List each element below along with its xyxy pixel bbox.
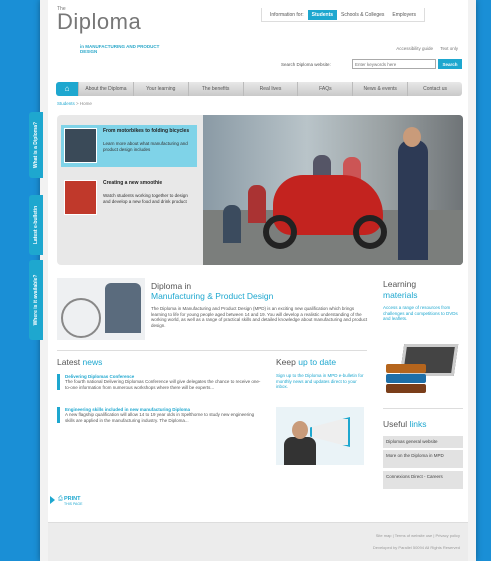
learning-subtitle: materials bbox=[383, 290, 418, 300]
search-button[interactable]: Search bbox=[438, 59, 462, 69]
photo-person bbox=[248, 185, 266, 223]
text-only-link[interactable]: Text only bbox=[440, 46, 458, 51]
diploma-title: Diploma in bbox=[151, 281, 192, 291]
feature-item[interactable]: From motorbikes to folding bicycles Lear… bbox=[61, 125, 197, 167]
nav-learning[interactable]: Your learning bbox=[132, 82, 188, 96]
students-figure bbox=[105, 283, 141, 333]
breadcrumb-link[interactable]: Students bbox=[57, 101, 75, 106]
side-tab-ebulletin[interactable]: Latest e-bulletin bbox=[29, 195, 43, 255]
useful-heading-1: Useful bbox=[383, 419, 408, 429]
book bbox=[386, 374, 426, 383]
man-body bbox=[284, 437, 316, 465]
arrow-right-icon bbox=[50, 496, 55, 504]
search-input[interactable] bbox=[352, 59, 436, 69]
footer: Site map | Terms of website use | Privac… bbox=[48, 522, 468, 561]
divider bbox=[57, 350, 367, 351]
audience-schools[interactable]: Schools & Colleges bbox=[337, 10, 388, 20]
footer-credit: Developed by Parallel 50094 All Rights R… bbox=[372, 545, 460, 550]
feature-thumbnail bbox=[64, 180, 97, 215]
site-logo[interactable]: Diploma bbox=[57, 9, 141, 35]
keep-heading-1: Keep bbox=[276, 357, 296, 367]
news-heading: Latest news bbox=[57, 357, 102, 367]
breadcrumb-current: Home bbox=[79, 101, 92, 106]
photo-person bbox=[223, 205, 241, 243]
news-item[interactable]: Delivering Diplomas Conference The fourt… bbox=[57, 374, 265, 390]
side-tab-what-is-diploma[interactable]: What is a Diploma? bbox=[29, 112, 43, 178]
audience-switcher: Information for: Students Schools & Coll… bbox=[261, 8, 426, 22]
feature-desc: Learn more about what manufacturing and … bbox=[103, 141, 188, 152]
house-icon[interactable]: ⌂ bbox=[56, 82, 78, 96]
book bbox=[386, 384, 426, 393]
print-button[interactable]: PRINT THIS PAGE bbox=[64, 496, 82, 506]
bike-wheel bbox=[263, 215, 297, 249]
audience-employers[interactable]: Employers bbox=[388, 10, 420, 20]
side-tab-label: Where is it available? bbox=[33, 274, 39, 326]
books-laptop-image bbox=[380, 340, 462, 395]
nav-benefits[interactable]: The benefits bbox=[187, 82, 243, 96]
man-head bbox=[292, 421, 308, 439]
hero-photo bbox=[203, 115, 463, 265]
nav-news[interactable]: News & events bbox=[352, 82, 407, 96]
book bbox=[386, 364, 426, 373]
nav-faqs[interactable]: FAQs bbox=[297, 82, 352, 96]
useful-link[interactable]: Connexions Direct - Careers bbox=[383, 471, 463, 489]
useful-heading-2: links bbox=[409, 419, 427, 429]
browser-page: The Diploma in MANUFACTURING AND PRODUCT… bbox=[40, 0, 476, 561]
useful-heading: Useful links bbox=[383, 419, 426, 429]
keep-heading: Keep up to date bbox=[276, 357, 336, 367]
feature-thumbnail bbox=[64, 128, 97, 163]
nav-about[interactable]: About the Diploma bbox=[78, 82, 133, 96]
useful-link[interactable]: Diplomas general website bbox=[383, 436, 463, 448]
audience-label: Information for: bbox=[270, 11, 304, 18]
logo-subtitle: in MANUFACTURING AND PRODUCT DESIGN bbox=[80, 44, 160, 54]
main-nav: ⌂ About the Diploma Your learning The be… bbox=[56, 82, 462, 96]
site-container: The Diploma in MANUFACTURING AND PRODUCT… bbox=[48, 0, 468, 561]
photo-teacher bbox=[398, 140, 428, 260]
news-desc: A new flagship qualification will allow … bbox=[65, 412, 255, 423]
keep-heading-2: up to date bbox=[298, 357, 337, 367]
search-label: Search Diploma website: bbox=[281, 62, 331, 67]
print-sublabel: THIS PAGE bbox=[64, 502, 83, 506]
news-heading-2: news bbox=[82, 357, 103, 367]
diploma-text: The Diploma in Manufacturing and Product… bbox=[151, 306, 368, 328]
feature-desc: Watch students working together to desig… bbox=[103, 193, 188, 204]
footer-links[interactable]: Site map | Terms of website use | Privac… bbox=[376, 533, 460, 538]
side-tab-availability[interactable]: Where is it available? bbox=[29, 260, 43, 340]
bike-wheel bbox=[353, 215, 387, 249]
utility-links: Accessibility guide Text only bbox=[390, 46, 458, 51]
bicycle-wheel bbox=[61, 298, 101, 338]
news-item[interactable]: Engineering skills included in new manuf… bbox=[57, 407, 265, 423]
nav-contact[interactable]: Contact us bbox=[407, 82, 462, 96]
feature-title[interactable]: From motorbikes to folding bicycles bbox=[103, 128, 195, 134]
learning-link[interactable]: Access a range of resources from challen… bbox=[383, 305, 461, 322]
feature-title[interactable]: Creating a new smoothie bbox=[103, 180, 195, 186]
feature-item[interactable]: Creating a new smoothie Watch students w… bbox=[61, 177, 197, 219]
news-desc: The fourth national Delivering Diplomas … bbox=[65, 379, 261, 390]
useful-link[interactable]: More on the Diploma in MPD bbox=[383, 450, 463, 468]
diploma-image bbox=[57, 278, 145, 340]
accessibility-link[interactable]: Accessibility guide bbox=[396, 46, 433, 51]
breadcrumb: Students > Home bbox=[57, 101, 92, 106]
divider bbox=[383, 408, 463, 409]
side-tab-label: What is a Diploma? bbox=[33, 121, 39, 169]
learning-title: Learning bbox=[383, 279, 417, 289]
hero-panel: From motorbikes to folding bicycles Lear… bbox=[57, 115, 463, 265]
megaphone-image bbox=[276, 407, 364, 465]
megaphone-icon bbox=[310, 417, 350, 447]
nav-real-lives[interactable]: Real lives bbox=[242, 82, 298, 96]
side-tab-label: Latest e-bulletin bbox=[33, 205, 39, 245]
audience-students[interactable]: Students bbox=[307, 9, 338, 20]
ebulletin-signup-link[interactable]: Sign up to the Diploma in MPD e-bulletin… bbox=[276, 373, 366, 390]
printer-icon[interactable]: ⎙ bbox=[58, 496, 63, 503]
news-heading-1: Latest bbox=[57, 357, 81, 367]
photo-teacher-head bbox=[403, 127, 421, 147]
diploma-subtitle: Manufacturing & Product Design bbox=[151, 291, 274, 301]
